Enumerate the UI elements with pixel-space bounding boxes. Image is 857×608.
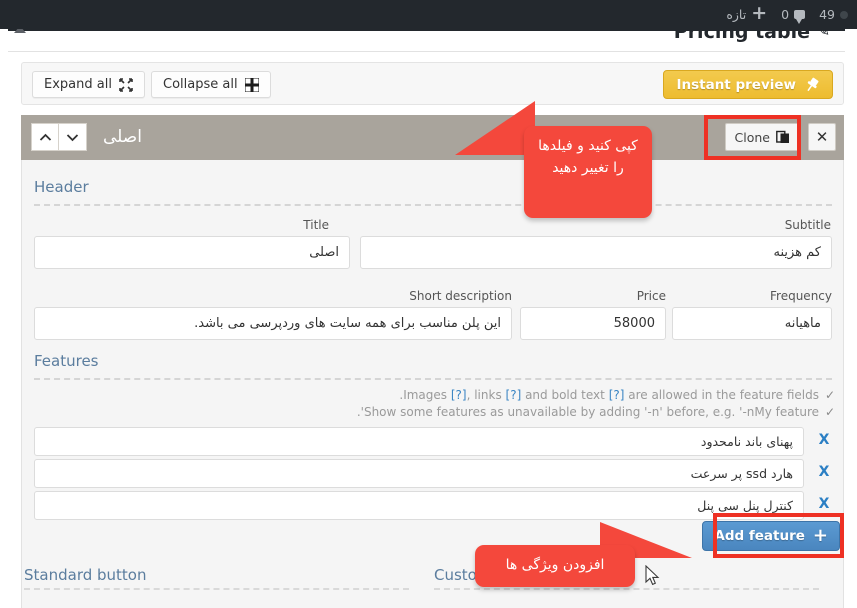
close-icon: ✕: [815, 128, 829, 146]
comment-bubble-icon: [794, 10, 806, 24]
remove-feature-icon-2[interactable]: X: [816, 496, 832, 512]
chevron-down-icon: [66, 133, 79, 141]
adminbar-avatar: [840, 10, 848, 19]
adminbar-comments-item[interactable]: 0: [774, 0, 812, 29]
short-description-field-label: Short description: [409, 289, 512, 303]
adminbar-new-item[interactable]: تازه +: [719, 0, 774, 29]
header-section-label: Header: [34, 178, 89, 196]
panel-actions: Clone ✕: [724, 123, 836, 151]
instant-preview-button[interactable]: Instant preview: [663, 70, 833, 99]
plus-icon: +: [812, 525, 828, 546]
hint1-links-help-link[interactable]: [?]: [506, 388, 522, 402]
short-description-input[interactable]: [34, 307, 512, 340]
copy-icon: [776, 130, 790, 144]
panel-title: اصلی: [103, 127, 142, 147]
collapse-all-button[interactable]: Collapse all: [151, 71, 271, 98]
feature-row: X: [34, 427, 832, 456]
page-right-gutter: [845, 29, 857, 608]
pin-icon: [804, 77, 820, 93]
hint1-mid2: and bold text: [521, 388, 609, 402]
move-down-button[interactable]: [59, 123, 87, 151]
callout-tail-top: [455, 101, 535, 155]
wp-admin-bar: تازه + 0 49: [0, 0, 857, 29]
builder-toolbar: Expand all Collapse all Instant preview: [21, 62, 844, 105]
clone-label: Clone: [734, 129, 770, 145]
page-left-gutter: [0, 29, 8, 608]
hint1-pre: .Images: [399, 388, 451, 402]
custom-button-divider: [434, 588, 819, 590]
panel-reorder-group: [31, 123, 87, 151]
mouse-cursor: [645, 564, 661, 591]
add-feature-label: Add feature: [714, 528, 805, 544]
chevron-up-icon: [39, 133, 51, 141]
remove-item-button[interactable]: ✕: [808, 123, 836, 151]
price-field-label: Price: [636, 289, 666, 303]
move-up-button[interactable]: [31, 123, 59, 151]
check-icon-2: ✓: [824, 405, 835, 419]
feature-input-0[interactable]: [34, 427, 804, 456]
adminbar-notifications-item[interactable]: 49: [812, 0, 857, 29]
subtitle-input[interactable]: [360, 236, 832, 269]
frequency-field-label: Frequency: [770, 289, 832, 303]
hint1-post: are allowed in the feature fields: [624, 388, 819, 402]
subtitle-field-label: Subtitle: [784, 218, 831, 232]
features-section-divider: [34, 378, 832, 380]
collapse-arrows-icon: [244, 77, 259, 92]
expand-all-button[interactable]: Expand all: [32, 71, 145, 98]
adminbar-comments-count: 0: [781, 7, 790, 22]
remove-feature-icon-1[interactable]: X: [816, 464, 832, 480]
hint1-mid1: , links: [466, 388, 506, 402]
feature-input-2[interactable]: [34, 491, 804, 520]
annotation-callout-clone: کپی کنید و فیلدها را تغییر دهید: [524, 126, 652, 218]
expand-arrows-icon: [119, 77, 133, 92]
plus-icon: +: [751, 2, 768, 24]
adminbar-notifications-count: 49: [819, 7, 835, 22]
frequency-input[interactable]: [672, 307, 832, 340]
features-hint-line-2: .'Show some features as unavailable by a…: [356, 405, 819, 419]
price-input[interactable]: [520, 307, 666, 340]
collapse-all-label: Collapse all: [163, 77, 238, 92]
header-section-divider: [34, 204, 832, 206]
features-section-label: Features: [34, 352, 99, 370]
title-field-label: Title: [303, 218, 329, 232]
check-icon: ✓: [824, 388, 835, 402]
standard-button-section-label: Standard button: [24, 566, 147, 584]
hint1-images-help-link[interactable]: [?]: [451, 388, 467, 402]
feature-row: X: [34, 459, 832, 488]
instant-preview-label: Instant preview: [676, 76, 796, 93]
hint1-bold-help-link[interactable]: [?]: [609, 388, 625, 402]
annotation-callout-add-feature: افزودن ویژگی ها: [475, 545, 635, 587]
adminbar-new-label: تازه: [726, 7, 747, 22]
feature-input-1[interactable]: [34, 459, 804, 488]
standard-button-divider: [24, 588, 409, 590]
features-hint-line-1: .Images [?], links [?] and bold text [?]…: [399, 388, 819, 402]
pricing-item-panel-header: اصلی Clone ✕: [21, 115, 844, 160]
add-feature-button[interactable]: Add feature +: [702, 521, 840, 551]
feature-row: X: [34, 491, 832, 520]
title-input[interactable]: [34, 236, 350, 269]
clone-button[interactable]: Clone: [724, 123, 800, 151]
expand-all-label: Expand all: [44, 77, 112, 92]
remove-feature-icon-0[interactable]: X: [816, 432, 832, 448]
